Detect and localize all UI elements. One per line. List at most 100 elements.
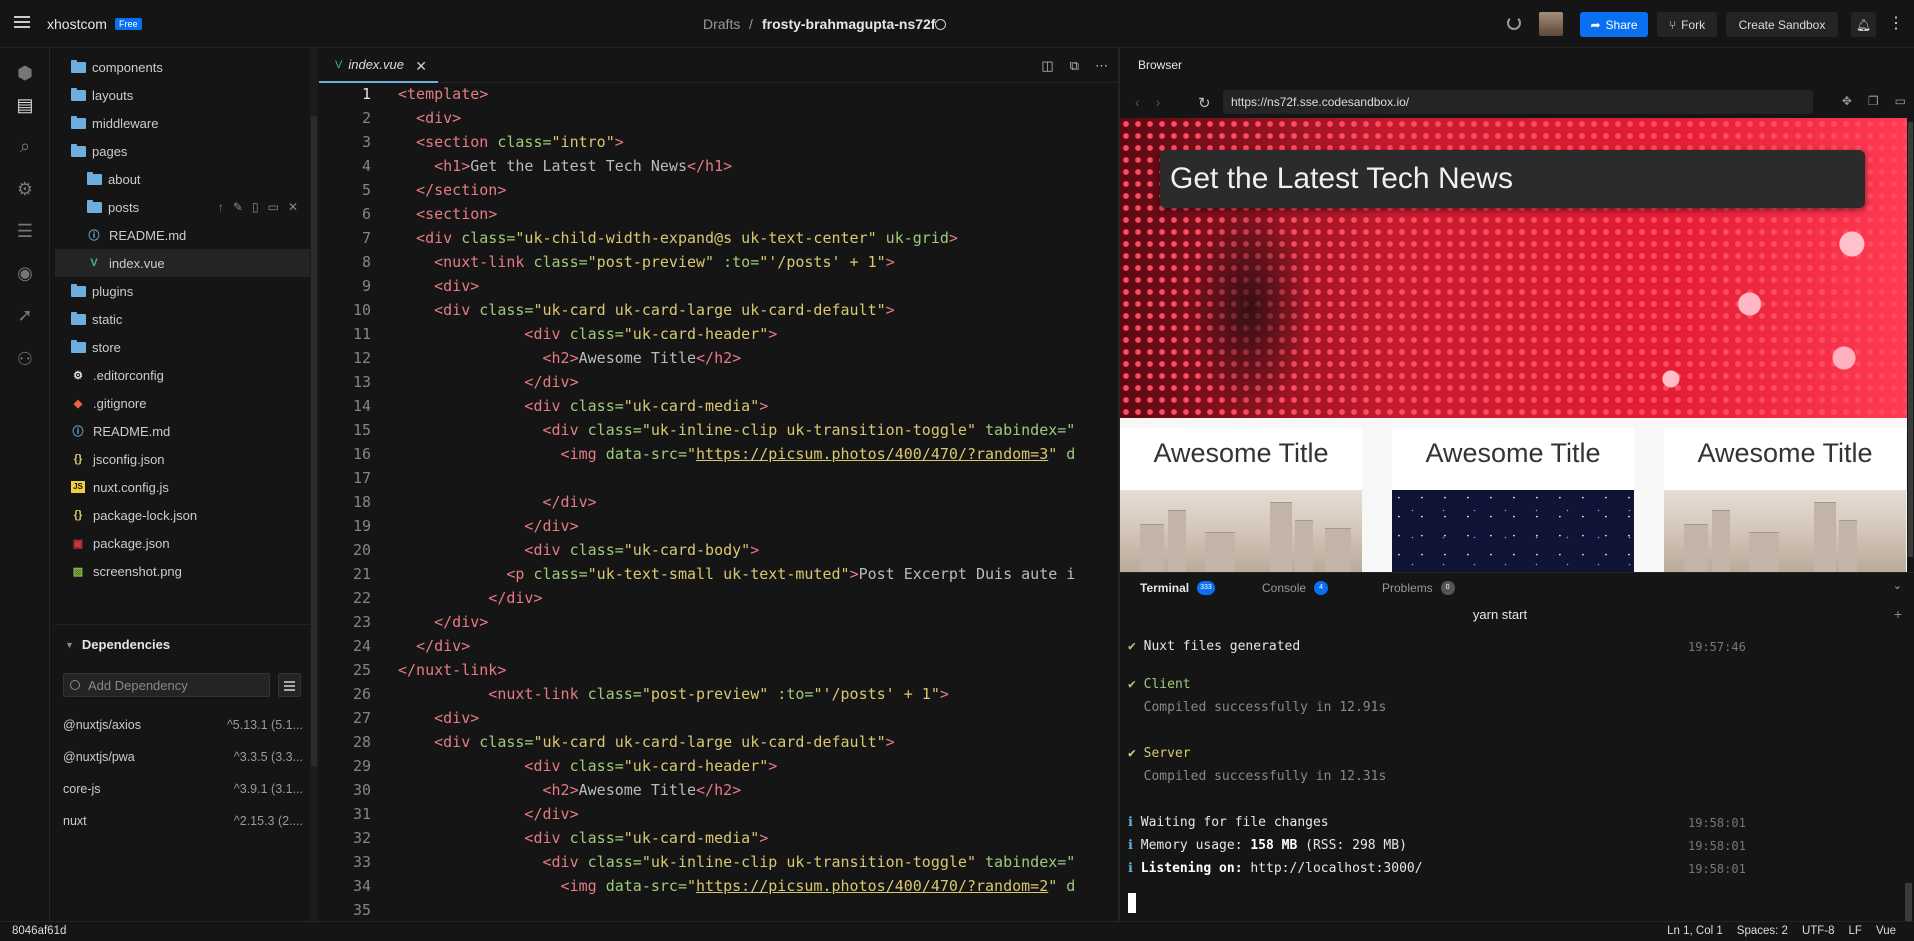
preview-icon[interactable]: ⧉	[1070, 58, 1079, 74]
file-icon[interactable]: ▤	[14, 94, 36, 116]
dependency-row[interactable]: nuxt ^2.15.3 (2....	[63, 814, 303, 834]
chevron-down-icon[interactable]: ⌄	[1893, 579, 1902, 592]
search-icon[interactable]: ⌕	[14, 135, 36, 157]
users-icon[interactable]: ⚇	[14, 348, 36, 370]
line-ending[interactable]: LF	[1849, 925, 1862, 937]
tree-file-package-json[interactable]: ▣ package.json	[55, 529, 310, 557]
tree-file-readme[interactable]: ⓘ README.md	[55, 221, 310, 249]
search-icon	[70, 680, 80, 690]
tree-folder-store[interactable]: store	[55, 333, 310, 361]
post-card[interactable]: Awesome Title	[1120, 428, 1362, 572]
tree-file-package-lock[interactable]: {} package-lock.json	[55, 501, 310, 529]
devtools-icon[interactable]: ✥	[1842, 94, 1852, 108]
tree-file-readme-root[interactable]: ⓘ README.md	[55, 417, 310, 445]
tree-folder-components[interactable]: components	[55, 53, 310, 81]
dependency-row[interactable]: core-js ^3.9.1 (3.1...	[63, 782, 303, 802]
log-line: ✔ Server	[1128, 746, 1191, 761]
tree-folder-middleware[interactable]: middleware	[55, 109, 310, 137]
back-icon[interactable]: ‹	[1135, 94, 1140, 110]
cube-icon[interactable]: ⬢	[14, 62, 36, 84]
tree-file-editorconfig[interactable]: ⚙ .editorconfig	[55, 361, 310, 389]
arrow-up-icon[interactable]: ↑	[218, 200, 224, 214]
tab-index-vue[interactable]: Vindex.vue ✕	[319, 48, 438, 83]
more-horizontal-icon[interactable]: ⋯	[1095, 58, 1108, 74]
gear-icon[interactable]: ⚙	[14, 178, 36, 200]
address-bar[interactable]: https://ns72f.sse.codesandbox.io/	[1223, 90, 1813, 114]
indentation[interactable]: Spaces: 2	[1737, 925, 1788, 937]
code-line: </div>	[398, 517, 579, 535]
avatar[interactable]	[1539, 12, 1563, 36]
browser-scrollbar[interactable]	[1907, 118, 1914, 572]
close-tab-icon[interactable]: ✕	[415, 58, 427, 75]
tree-folder-pages[interactable]: pages	[55, 137, 310, 165]
new-folder-icon[interactable]: ▭	[268, 200, 279, 214]
line-number: 5	[361, 181, 371, 199]
split-editor-icon[interactable]: ◫	[1041, 58, 1053, 74]
tree-folder-posts[interactable]: posts ↑ ✎ ▯ ▭ ✕	[55, 193, 310, 221]
tree-file-index-vue[interactable]: Vindex.vue	[55, 249, 310, 277]
dependency-row[interactable]: @nuxtjs/pwa ^3.3.5 (3.3...	[63, 750, 303, 770]
reload-icon[interactable]: ↻	[1198, 94, 1211, 112]
log-time: 19:58:01	[1688, 862, 1746, 876]
cursor-position[interactable]: Ln 1, Col 1	[1667, 925, 1723, 937]
tree-label: index.vue	[109, 255, 165, 271]
log-line: ✔ Client	[1128, 677, 1191, 692]
commit-hash: 8046af61d	[12, 925, 67, 937]
forward-icon[interactable]: ›	[1156, 94, 1161, 110]
folder-icon	[71, 59, 86, 73]
folder-icon	[71, 311, 86, 325]
menu-icon[interactable]	[14, 16, 30, 30]
tree-file-gitignore[interactable]: ◆ .gitignore	[55, 389, 310, 417]
explorer-scrollbar[interactable]	[311, 116, 317, 766]
tree-folder-plugins[interactable]: plugins	[55, 277, 310, 305]
tree-folder-about[interactable]: about	[55, 165, 310, 193]
language-mode[interactable]: Vue	[1876, 925, 1896, 937]
tree-file-jsconfig[interactable]: {} jsconfig.json	[55, 445, 310, 473]
code-line: <div class="uk-card-media">	[398, 397, 769, 415]
tree-file-screenshot[interactable]: ▨ screenshot.png	[55, 557, 310, 585]
new-file-icon[interactable]: ▯	[252, 200, 259, 214]
bell-icon[interactable]: 🔔︎	[1851, 12, 1876, 37]
breadcrumb-drafts[interactable]: Drafts	[703, 16, 740, 32]
card-image-night-sky	[1392, 490, 1634, 572]
refresh-icon[interactable]	[1507, 16, 1521, 30]
close-icon[interactable]: ✕	[288, 200, 298, 214]
tree-folder-static[interactable]: static	[55, 305, 310, 333]
globe-icon[interactable]	[935, 19, 946, 30]
more-vertical-icon[interactable]: ⋮	[1888, 14, 1904, 34]
vue-icon: V	[335, 58, 343, 71]
add-terminal-icon[interactable]: +	[1894, 606, 1902, 622]
add-dependency-input[interactable]: Add Dependency	[63, 673, 270, 697]
pencil-icon[interactable]: ✎	[233, 200, 243, 214]
share-button[interactable]: ➦ Share	[1580, 12, 1648, 37]
terminal-cursor[interactable]	[1128, 893, 1136, 913]
tree-file-nuxt-config[interactable]: JS nuxt.config.js	[55, 473, 310, 501]
fork-button[interactable]: ⑂ Fork	[1657, 12, 1717, 37]
new-tab-icon[interactable]: ▭	[1895, 94, 1906, 108]
dependency-menu-icon[interactable]	[278, 673, 301, 697]
terminal-scrollbar[interactable]	[1905, 883, 1912, 921]
tab-problems[interactable]: Problems 0	[1382, 581, 1455, 595]
sandbox-name[interactable]: frosty-brahmagupta-ns72f	[762, 16, 935, 32]
tree-label: posts	[108, 199, 140, 215]
open-window-icon[interactable]: ❐	[1868, 94, 1879, 108]
tab-console[interactable]: Console 4	[1262, 581, 1329, 595]
tab-terminal[interactable]: Terminal 333	[1140, 581, 1215, 595]
dependencies-header[interactable]: ▼ Dependencies	[55, 624, 310, 664]
rocket-icon[interactable]: ➚	[14, 304, 36, 326]
encoding[interactable]: UTF-8	[1802, 925, 1835, 937]
code-line: <div class="uk-card-media">	[398, 829, 769, 847]
workspace-name[interactable]: xhostcom	[47, 16, 107, 32]
create-sandbox-button[interactable]: Create Sandbox	[1726, 12, 1838, 37]
tree-folder-layouts[interactable]: layouts	[55, 81, 310, 109]
post-card[interactable]: Awesome Title	[1664, 428, 1906, 572]
code-line: <img data-src="https://picsum.photos/400…	[398, 877, 1076, 895]
github-icon[interactable]: ◉	[14, 262, 36, 284]
browser-viewport[interactable]: Get the Latest Tech News Awesome Title A…	[1120, 118, 1907, 572]
post-card[interactable]: Awesome Title	[1392, 428, 1634, 572]
status-right: Ln 1, Col 1 Spaces: 2 UTF-8 LF Vue	[1667, 925, 1896, 937]
dependency-row[interactable]: @nuxtjs/axios ^5.13.1 (5.1...	[63, 718, 303, 738]
tree-label: screenshot.png	[93, 563, 182, 579]
tree-label: README.md	[93, 423, 171, 439]
server-icon[interactable]: ☰	[14, 220, 36, 242]
